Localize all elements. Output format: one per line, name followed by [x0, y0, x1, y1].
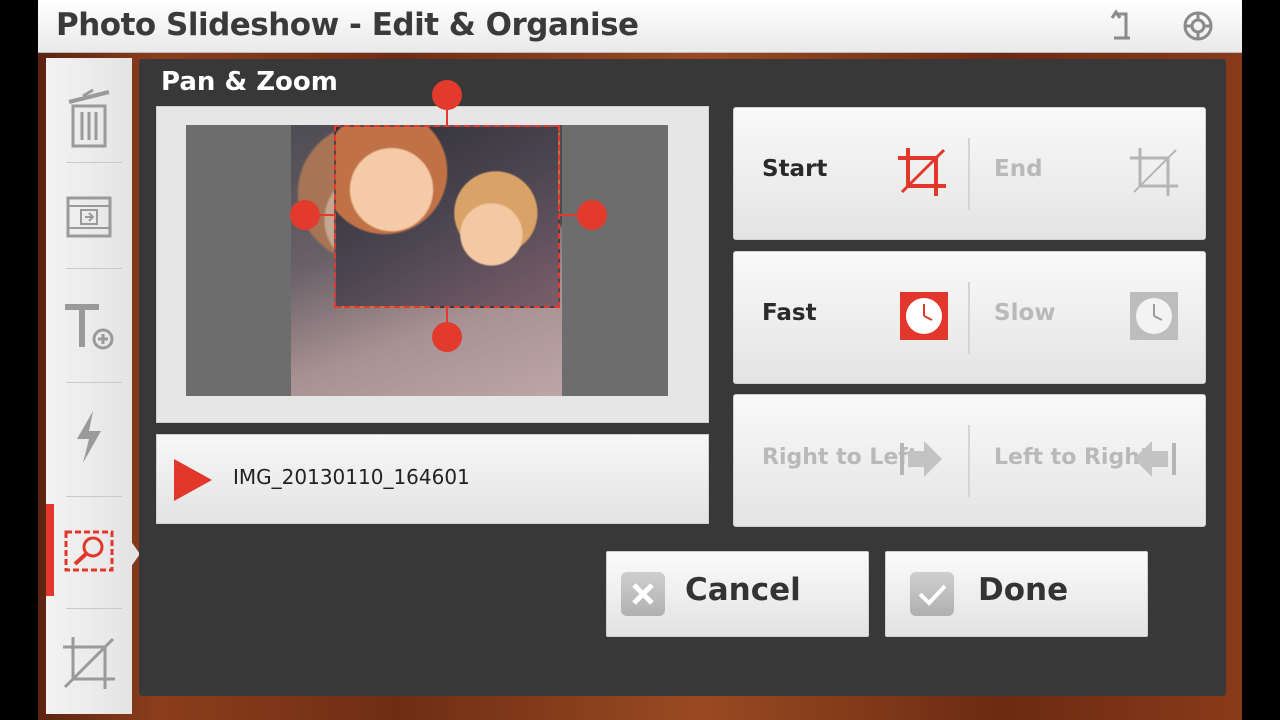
crop-start-icon: [898, 148, 946, 196]
done-label: Done: [978, 572, 1069, 608]
back-icon[interactable]: [1106, 8, 1142, 44]
zoom-handle-top[interactable]: [432, 80, 462, 110]
sidebar-item-effects[interactable]: [46, 382, 132, 492]
right-to-left-option[interactable]: Right to Left: [734, 395, 969, 526]
slow-label: Slow: [994, 300, 1056, 326]
direction-toggle: Right to Left Left to Right: [733, 394, 1206, 527]
arrow-left-icon: [1134, 441, 1176, 477]
lightning-icon: [77, 411, 101, 463]
zoom-region[interactable]: [334, 125, 560, 308]
app-title: Photo Slideshow - Edit & Organise: [56, 7, 639, 43]
fast-label: Fast: [762, 300, 817, 326]
zoom-handle-left[interactable]: [290, 200, 320, 230]
preview-frame: [156, 106, 709, 423]
left-to-right-label: Left to Right: [994, 445, 1151, 470]
text-add-icon: [65, 304, 114, 350]
preview-area: [186, 125, 668, 396]
play-icon: [174, 459, 212, 501]
crop-icon: [63, 637, 115, 689]
slow-option[interactable]: Slow: [970, 252, 1205, 383]
sidebar-item-transition[interactable]: [46, 162, 132, 272]
start-option[interactable]: Start: [734, 108, 969, 239]
film-transition-icon: [66, 196, 112, 238]
start-end-toggle: Start End: [733, 107, 1206, 240]
cancel-label: Cancel: [685, 572, 801, 608]
end-label: End: [994, 156, 1043, 182]
pan-zoom-panel: Pan & Zoom IMG_20130110_164601 Start End…: [139, 59, 1226, 696]
end-option[interactable]: End: [970, 108, 1205, 239]
sidebar-item-add-text[interactable]: [46, 272, 132, 382]
sidebar: [46, 58, 132, 714]
fast-clock-icon: [900, 292, 948, 340]
sidebar-divider: [66, 268, 122, 269]
title-bar: Photo Slideshow - Edit & Organise: [38, 0, 1242, 53]
play-slide-button[interactable]: IMG_20130110_164601: [156, 434, 709, 524]
zoom-handle-bottom[interactable]: [432, 322, 462, 352]
slow-clock-icon: [1130, 292, 1178, 340]
zoom-handle-right[interactable]: [577, 200, 607, 230]
settings-icon[interactable]: [1180, 8, 1216, 44]
arrow-right-icon: [900, 441, 942, 477]
left-to-right-option[interactable]: Left to Right: [970, 395, 1205, 526]
start-label: Start: [762, 156, 828, 182]
done-button[interactable]: Done: [885, 551, 1148, 637]
fast-option[interactable]: Fast: [734, 252, 969, 383]
speed-toggle: Fast Slow: [733, 251, 1206, 384]
panel-title: Pan & Zoom: [161, 67, 338, 97]
crop-end-icon: [1130, 148, 1178, 196]
sidebar-item-pan-zoom[interactable]: [46, 496, 132, 606]
cancel-button[interactable]: Cancel: [606, 551, 869, 637]
file-name: IMG_20130110_164601: [233, 465, 470, 489]
cancel-icon: [621, 572, 665, 616]
pan-zoom-icon: [64, 530, 114, 572]
trash-icon: [68, 88, 110, 148]
sidebar-item-crop[interactable]: [46, 608, 132, 718]
done-icon: [910, 572, 954, 616]
right-to-left-label: Right to Left: [762, 445, 919, 470]
sidebar-item-delete[interactable]: [46, 58, 132, 168]
